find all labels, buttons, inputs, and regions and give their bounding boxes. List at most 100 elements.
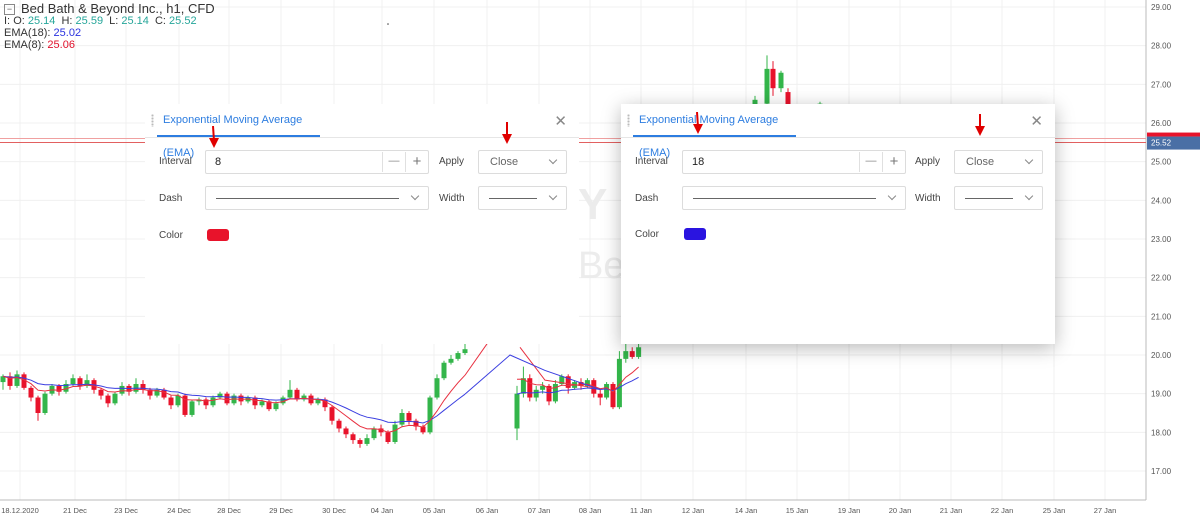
tab-ema[interactable]: Exponential Moving Average (EMA) xyxy=(633,104,796,159)
dash-style-preview xyxy=(693,198,876,199)
decrement-button[interactable]: — xyxy=(382,152,405,172)
candle-body xyxy=(259,401,265,406)
ohlc-label-low: L: xyxy=(109,15,119,27)
candle-body xyxy=(350,434,356,441)
apply-select[interactable]: Close xyxy=(478,150,567,174)
annotation-arrow-icon xyxy=(502,122,512,144)
drag-handle-icon[interactable] xyxy=(627,114,630,127)
ohlc-label-high: H: xyxy=(61,15,73,27)
ohlc-value-low: 25.14 xyxy=(121,15,149,27)
price-tick-label: 20.00 xyxy=(1151,351,1172,360)
candle-body xyxy=(597,393,603,398)
candle-body xyxy=(70,378,76,384)
ohlc-label-close: C: xyxy=(154,15,166,27)
dash-select[interactable] xyxy=(205,186,429,210)
time-tick-label: 18.12.2020 xyxy=(1,506,39,515)
price-tick-label: 18.00 xyxy=(1151,428,1172,437)
price-flag xyxy=(1147,132,1200,137)
width-select[interactable] xyxy=(478,186,567,210)
price-tick-label: 21.00 xyxy=(1151,312,1172,321)
time-tick-label: 30 Dec xyxy=(322,506,346,515)
price-tick-label: 17.00 xyxy=(1151,467,1172,476)
price-tick-label: 29.00 xyxy=(1151,3,1172,12)
ema8-value: 25.06 xyxy=(47,39,75,51)
chevron-down-icon xyxy=(887,191,897,201)
ema18-label: EMA(18): xyxy=(4,27,51,39)
price-tick-label: 24.00 xyxy=(1151,196,1172,205)
interval-value: 8 xyxy=(215,156,222,168)
color-label: Color xyxy=(159,230,183,241)
candle-body xyxy=(623,351,629,359)
ema18-legend[interactable]: EMA(18): 25.02 xyxy=(4,27,215,39)
candle-body xyxy=(514,393,520,429)
candle-body xyxy=(371,428,377,439)
interval-stepper[interactable]: 18 — + xyxy=(682,150,906,174)
candle-body xyxy=(455,353,461,359)
annotation-arrow-icon xyxy=(693,112,703,134)
ohlc-value-close: 25.52 xyxy=(169,15,197,27)
collapse-legend-icon[interactable]: − xyxy=(4,3,15,15)
candle-body xyxy=(343,428,349,435)
candle-body xyxy=(210,397,216,406)
apply-select[interactable]: Close xyxy=(954,150,1043,174)
price-tick-label: 22.00 xyxy=(1151,274,1172,283)
decrement-button[interactable]: — xyxy=(859,152,882,172)
time-tick-label: 11 Jan xyxy=(630,506,652,515)
width-label: Width xyxy=(915,193,941,204)
time-tick-label: 24 Dec xyxy=(167,506,191,515)
candle-body xyxy=(287,389,293,398)
watermark-line2: Be xyxy=(578,245,625,287)
time-tick-label: 22 Jan xyxy=(991,506,1014,515)
apply-label: Apply xyxy=(439,156,465,167)
dash-label: Dash xyxy=(635,193,659,204)
width-label: Width xyxy=(439,193,465,204)
dialog-header[interactable]: Exponential Moving Average (EMA) ✕ xyxy=(621,104,1055,159)
candle-body xyxy=(112,393,118,404)
time-tick-label: 07 Jan xyxy=(528,506,551,515)
candle-body xyxy=(392,424,398,442)
annotation-arrow-icon xyxy=(975,114,985,136)
current-price-label: 25.52 xyxy=(1151,139,1172,148)
chevron-down-icon xyxy=(548,155,558,165)
candle-body xyxy=(224,393,230,404)
time-tick-label: 21 Dec xyxy=(63,506,87,515)
chart-dot xyxy=(387,23,389,25)
candle-body xyxy=(175,395,181,406)
candle-body xyxy=(329,407,335,421)
apply-label: Apply xyxy=(915,156,941,167)
ohlc-prefix: I: xyxy=(4,15,11,27)
interval-stepper[interactable]: 8 — + xyxy=(205,150,429,174)
interval-value: 18 xyxy=(692,156,705,168)
ema-settings-dialog-18: Exponential Moving Average (EMA) ✕ Inter… xyxy=(621,104,1055,344)
time-tick-label: 23 Dec xyxy=(114,506,138,515)
ema8-legend[interactable]: EMA(8): 25.06 xyxy=(4,39,215,51)
candle-body xyxy=(161,389,167,398)
tab-ema[interactable]: Exponential Moving Average (EMA) xyxy=(157,104,320,159)
time-tick-label: 14 Jan xyxy=(735,506,758,515)
time-tick-label: 25 Jan xyxy=(1043,506,1066,515)
color-swatch[interactable] xyxy=(684,228,706,240)
close-icon[interactable]: ✕ xyxy=(1030,112,1043,130)
ohlc-value-high: 25.59 xyxy=(75,15,104,27)
drag-handle-icon[interactable] xyxy=(151,114,154,127)
candle-body xyxy=(604,384,610,398)
chevron-down-icon xyxy=(548,191,558,201)
candle-body xyxy=(406,413,412,421)
candle-body xyxy=(427,397,433,433)
chevron-down-icon xyxy=(410,191,420,201)
chart-legend: − Bed Bath & Beyond Inc., h1, CFD I: O: … xyxy=(4,2,215,51)
dash-select[interactable] xyxy=(682,186,906,210)
close-icon[interactable]: ✕ xyxy=(554,112,567,130)
candle-body xyxy=(385,432,391,442)
time-tick-label: 27 Jan xyxy=(1094,506,1117,515)
candle-body xyxy=(28,387,34,398)
color-swatch[interactable] xyxy=(207,229,229,241)
increment-button[interactable]: + xyxy=(405,152,428,172)
price-tick-label: 23.00 xyxy=(1151,235,1172,244)
candle-body xyxy=(770,68,776,89)
time-tick-label: 15 Jan xyxy=(786,506,809,515)
width-select[interactable] xyxy=(954,186,1043,210)
candle-body xyxy=(441,362,447,379)
increment-button[interactable]: + xyxy=(882,152,905,172)
candle-body xyxy=(764,68,770,104)
